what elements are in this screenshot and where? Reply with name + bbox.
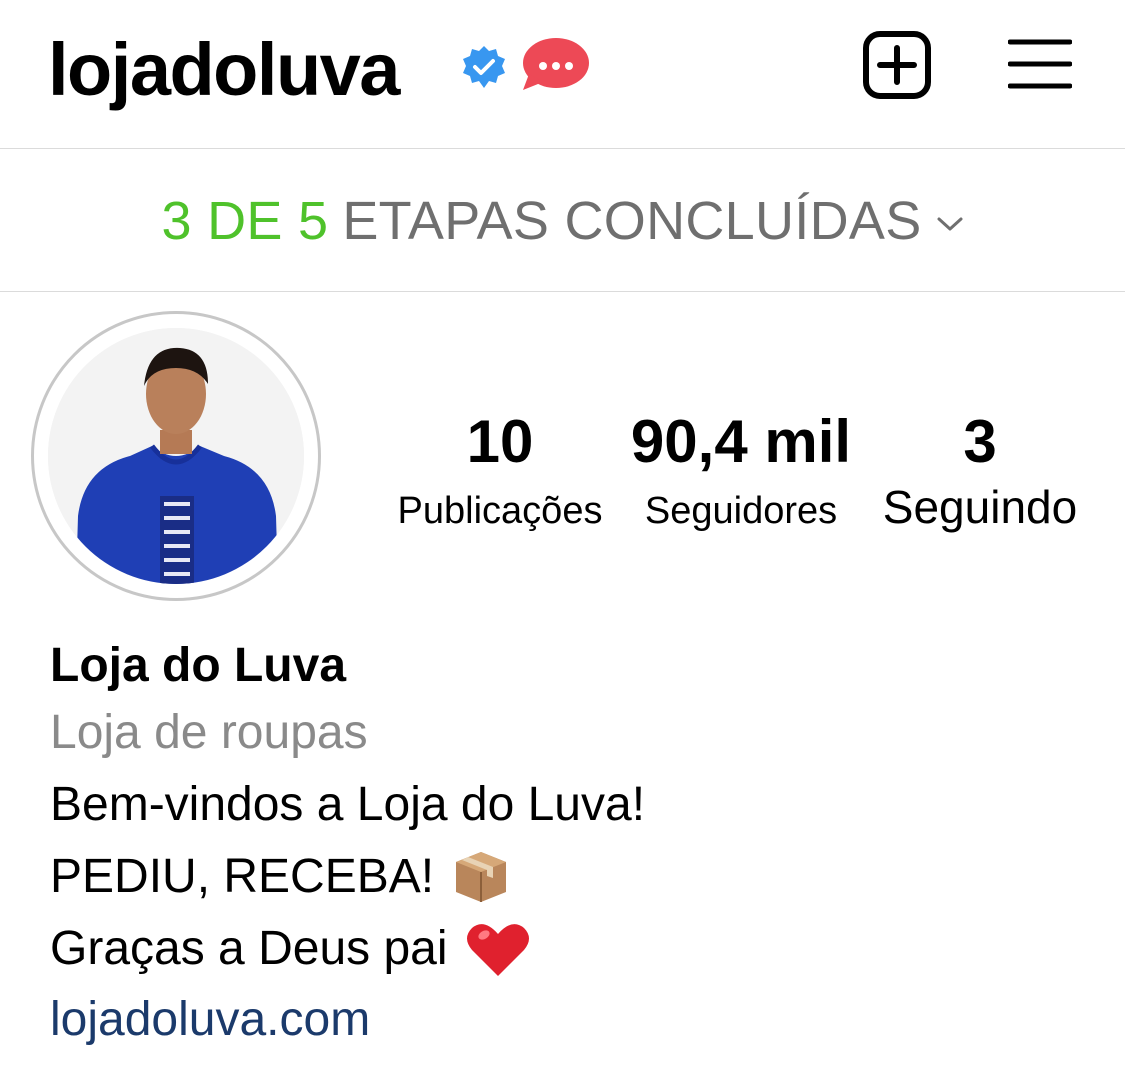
- avatar-photo: [48, 328, 304, 584]
- steps-progress-banner[interactable]: 3 DE 5 ETAPAS CONCLUÍDAS: [0, 150, 1125, 291]
- stat-posts-label: Publicações: [397, 490, 603, 532]
- bio-line-welcome: Bem-vindos a Loja do Luva!: [50, 769, 1090, 841]
- chevron-down-icon: [937, 217, 963, 230]
- steps-label: ETAPAS CONCLUÍDAS: [342, 190, 922, 251]
- stat-followers[interactable]: 90,4 mil Seguidores: [628, 409, 854, 533]
- bio-line-order-text: PEDIU, RECEBA!: [50, 850, 435, 903]
- verified-badge-icon: [463, 46, 505, 88]
- profile-header: lojadoluva: [0, 0, 1125, 148]
- profile-username[interactable]: lojadoluva: [48, 22, 400, 118]
- message-bubble-icon[interactable]: [521, 36, 589, 92]
- stat-following-label: Seguindo: [882, 481, 1078, 533]
- bio-line-order: PEDIU, RECEBA!: [50, 841, 1090, 913]
- bio-website-link[interactable]: lojadoluva.com: [50, 985, 1090, 1055]
- new-post-icon[interactable]: [863, 31, 931, 99]
- stat-following[interactable]: 3 Seguindo: [866, 408, 1094, 533]
- stat-posts[interactable]: 10 Publicações: [390, 409, 610, 533]
- stat-posts-count: 10: [466, 408, 534, 475]
- profile-display-name: Loja do Luva: [50, 639, 347, 692]
- menu-icon[interactable]: [1008, 38, 1072, 90]
- stat-followers-count: 90,4 mil: [630, 408, 852, 475]
- stat-following-count: 3: [963, 408, 997, 475]
- bio-line-thanks: Graças a Deus pai: [50, 913, 1090, 985]
- header-divider: [0, 148, 1125, 149]
- stat-followers-label: Seguidores: [644, 490, 838, 532]
- steps-done-count: 3 DE 5: [161, 190, 329, 251]
- bio-line-thanks-text: Graças a Deus pai: [50, 922, 448, 975]
- heart-icon: [466, 924, 529, 976]
- avatar[interactable]: [48, 328, 304, 584]
- profile-category: Loja de roupas: [50, 706, 368, 759]
- profile-bio: Loja do Luva Loja de roupas Bem-vindos a…: [50, 635, 1090, 1055]
- package-icon: [456, 852, 507, 902]
- bio-line-welcome-text: Bem-vindos a Loja do Luva!: [50, 778, 646, 831]
- steps-divider: [0, 291, 1125, 292]
